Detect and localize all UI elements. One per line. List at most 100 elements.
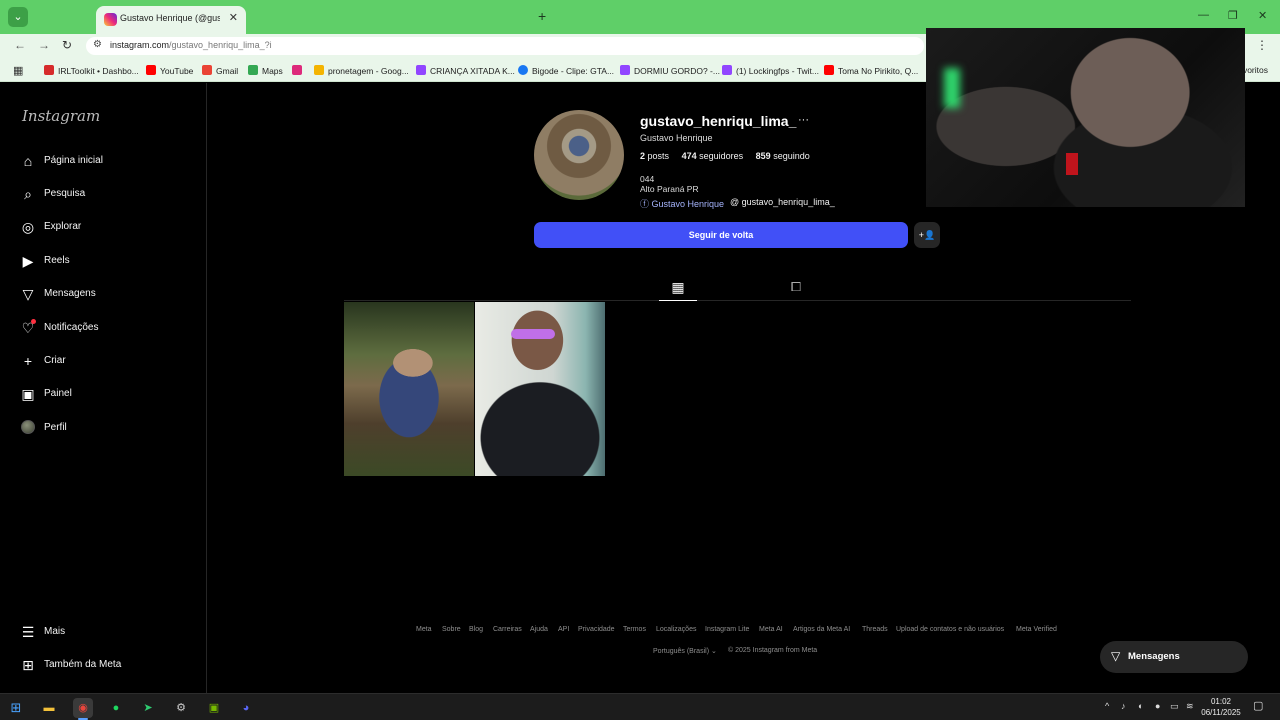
bookmark-maps[interactable]: Maps <box>248 65 283 76</box>
nvidia-icon[interactable]: ▣ <box>204 698 224 718</box>
tab-title: Gustavo Henrique (@gustavo <box>120 13 220 23</box>
nav-dashboard[interactable]: ▣ Painel <box>20 386 200 406</box>
nav-label: Painel <box>44 388 72 399</box>
nav-label: Pesquisa <box>44 188 86 199</box>
bookmark-youtube[interactable]: YouTube <box>146 65 193 76</box>
suggested-users-button[interactable]: +👤 <box>914 222 940 248</box>
network-icon[interactable]: ◐ <box>1138 701 1143 711</box>
language-select[interactable]: Português (Brasil) ⌄ <box>653 647 717 655</box>
bookmark-instagram[interactable] <box>292 65 306 76</box>
followers-stat[interactable]: 474 seguidores <box>682 151 744 161</box>
bookmark-drive[interactable]: pronetagem - Goog... <box>314 65 409 76</box>
steam-icon[interactable]: ⚙ <box>171 698 191 718</box>
footer-link[interactable]: Instagram Lite <box>705 626 749 633</box>
footer-link[interactable]: Artigos da Meta AI <box>793 626 850 633</box>
wifi-icon[interactable]: ≋ <box>1186 701 1194 712</box>
bookmark-gmail[interactable]: Gmail <box>202 65 238 76</box>
bookmark-youtube-2[interactable]: Toma No Pirikito, Q... <box>824 65 918 76</box>
windows-start-icon[interactable]: ⊞ <box>6 698 26 718</box>
bio-line-2: Alto Paraná PR <box>640 184 699 194</box>
footer-link[interactable]: Meta <box>416 626 432 633</box>
threads-icon: @ <box>730 197 742 207</box>
microphone-icon[interactable]: ● <box>1155 701 1160 711</box>
footer-link[interactable]: API <box>558 626 569 633</box>
system-clock[interactable]: 01:02 06/11/2025 <box>1198 696 1244 718</box>
footer-link[interactable]: Meta AI <box>759 626 783 633</box>
tab-close-icon[interactable]: ✕ <box>229 11 238 24</box>
footer-link[interactable]: Termos <box>623 626 646 633</box>
nav-home[interactable]: ⌂ Página inicial <box>20 153 200 173</box>
nav-explore[interactable]: ◎ Explorar <box>20 219 200 239</box>
tray-chevron-icon[interactable]: ^ <box>1105 701 1109 711</box>
nav-more[interactable]: ☰ Mais <box>20 624 200 644</box>
nav-messages[interactable]: ▽ Mensagens <box>20 286 200 306</box>
footer-link[interactable]: Privacidade <box>578 626 615 633</box>
discord-icon[interactable]: ◕ <box>236 698 256 718</box>
footer-link[interactable]: Ajuda <box>530 626 548 633</box>
footer-link[interactable]: Localizações <box>656 626 696 633</box>
bookmark-twitch-1[interactable]: CRIANÇA XITADA K... <box>416 65 515 76</box>
footer-link[interactable]: Sobre <box>442 626 461 633</box>
messenger-icon: ▽ <box>22 286 34 302</box>
spotify-icon[interactable]: ● <box>106 698 126 718</box>
reload-button[interactable]: ↻ <box>62 38 72 52</box>
messages-floating-button[interactable]: ▽ Mensagens <box>1100 641 1248 673</box>
footer-link[interactable]: Blog <box>469 626 483 633</box>
display-icon[interactable]: ▭ <box>1170 701 1179 712</box>
search-icon: ⌕ <box>24 186 32 202</box>
footer-link[interactable]: Threads <box>862 626 888 633</box>
nav-notifications[interactable]: ♡ Notificações <box>20 319 200 340</box>
minimize-button[interactable]: — <box>1198 9 1209 21</box>
new-tab-button[interactable]: + <box>538 8 546 24</box>
posts-stat: 2 posts <box>640 151 670 161</box>
forward-button[interactable]: → <box>38 38 50 52</box>
nav-reels[interactable]: ▶ Reels <box>20 253 200 273</box>
footer-link[interactable]: Meta Verified <box>1016 626 1057 633</box>
windows-taskbar: ⊞ ▬ ◉ ● ➤ ⚙ ▣ ◕ ^ ♪ ◐ ● ▭ ≋ 01:02 06/11/… <box>0 693 1280 720</box>
post-thumbnail[interactable] <box>344 302 474 476</box>
tabs-divider <box>344 300 1131 301</box>
profile-picture[interactable] <box>534 110 624 200</box>
post-thumbnail[interactable] <box>475 302 605 476</box>
browser-tab-instagram[interactable]: Gustavo Henrique (@gustavo ✕ <box>96 6 246 34</box>
compass-icon: ◎ <box>21 219 35 235</box>
nav-create[interactable]: + Criar <box>20 353 200 373</box>
follow-back-button[interactable]: Seguir de volta <box>534 222 908 248</box>
profile-stats: 2 posts 474 seguidores 859 seguindo <box>640 151 820 161</box>
close-window-button[interactable]: ✕ <box>1258 9 1267 22</box>
rgb-light <box>944 68 960 108</box>
nav-label: Notificações <box>44 322 99 333</box>
threads-link[interactable]: @ gustavo_henriqu_lima_ <box>730 197 835 207</box>
bookmark-twitch-2[interactable]: DORMIU GORDO? -... <box>620 65 720 76</box>
apps-grid-icon[interactable]: ▦ <box>13 64 23 77</box>
back-button[interactable]: ← <box>14 38 26 52</box>
notifications-icon[interactable]: ▢ <box>1253 699 1263 712</box>
site-info-icon[interactable]: ⚙ <box>93 39 102 50</box>
nav-search[interactable]: ⌕ Pesquisa <box>20 186 200 206</box>
tagged-tab[interactable]: ⧠ <box>777 279 815 301</box>
footer-link[interactable]: Upload de contatos e não usuários <box>896 626 1004 633</box>
nav-also-from-meta[interactable]: ⊞ Também da Meta <box>20 657 200 677</box>
clock-time: 01:02 <box>1210 697 1232 706</box>
bookmark-facebook[interactable]: Bigode - Clipe: GTA... <box>518 65 614 76</box>
options-icon[interactable]: ··· <box>798 114 809 126</box>
instagram-logo[interactable]: Instagram <box>22 107 100 125</box>
file-explorer-icon[interactable]: ▬ <box>39 698 59 718</box>
bookmark-twitch-3[interactable]: (1) Lockingfps - Twit... <box>722 65 819 76</box>
app-icon[interactable]: ➤ <box>138 698 158 718</box>
facebook-link[interactable]: ⓕ Gustavo Henrique <box>640 197 724 210</box>
nav-label: Explorar <box>44 221 82 232</box>
address-bar[interactable]: ⚙ instagram.com/gustavo_henriqu_lima_?i <box>86 37 924 55</box>
footer-link[interactable]: Carreiras <box>493 626 522 633</box>
volume-icon[interactable]: ♪ <box>1121 701 1126 711</box>
chrome-icon[interactable]: ◉ <box>73 698 93 718</box>
nav-profile[interactable]: Perfil <box>20 420 200 440</box>
restore-button[interactable]: ❐ <box>1228 9 1238 22</box>
all-bookmarks-folder[interactable]: voritos <box>1243 65 1268 75</box>
tab-search-button[interactable]: ⌄ <box>8 7 28 27</box>
posts-grid-tab[interactable]: ▦ <box>659 279 697 301</box>
following-stat[interactable]: 859 seguindo <box>756 151 810 161</box>
browser-menu-icon[interactable]: ⋮ <box>1256 38 1268 52</box>
clock-date: 06/11/2025 <box>1201 708 1241 717</box>
bookmark-irltoolkit[interactable]: IRLToolkit • Dashbo... <box>44 65 139 76</box>
